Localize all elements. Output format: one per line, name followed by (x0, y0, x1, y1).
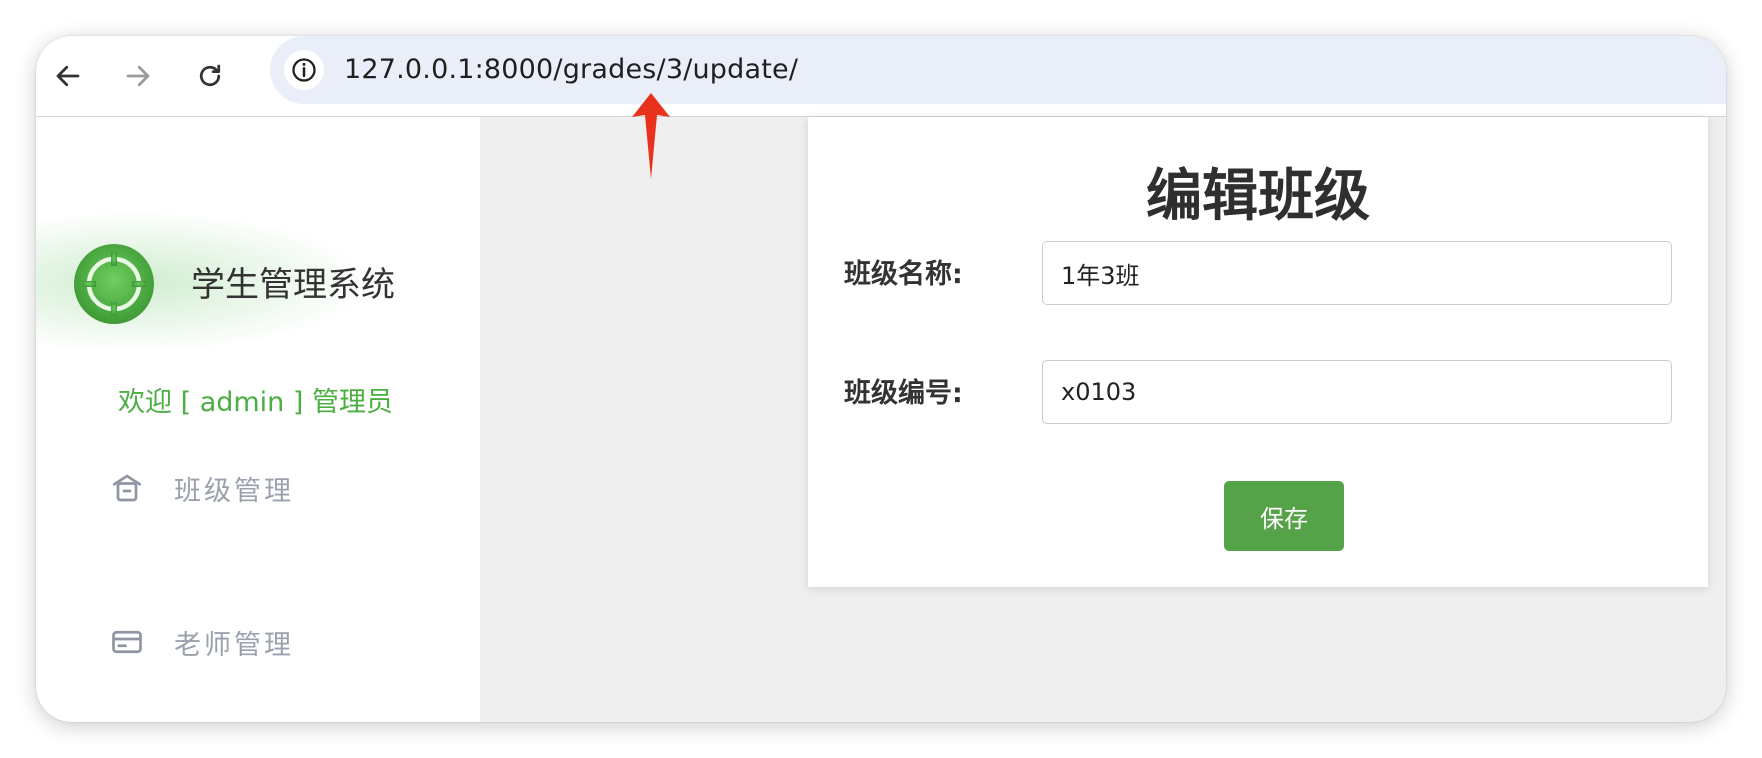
save-button[interactable]: 保存 (1224, 481, 1344, 551)
forward-button[interactable] (118, 56, 158, 96)
class-name-label: 班级名称: (844, 259, 963, 290)
card-icon (112, 630, 142, 654)
info-icon (292, 58, 316, 82)
class-code-input[interactable] (1042, 360, 1672, 424)
menu-item-label: 老师管理 (174, 629, 294, 661)
reload-button[interactable] (190, 56, 230, 96)
menu-item-teacher-management[interactable]: 老师管理 (108, 614, 428, 670)
class-name-input[interactable] (1042, 241, 1672, 305)
welcome-text: 欢迎 [ admin ] 管理员 (118, 387, 393, 418)
sidebar: 学生管理系统 欢迎 [ admin ] 管理员 班级管理 老师管理 (36, 117, 480, 722)
logo-icon (74, 244, 154, 324)
menu-item-class-management[interactable]: 班级管理 (108, 460, 428, 516)
address-bar[interactable]: 127.0.0.1:8000/grades/3/update/ (270, 36, 1726, 104)
brand-title: 学生管理系统 (191, 265, 395, 305)
arrow-right-icon (126, 65, 150, 87)
menu-item-label: 班级管理 (174, 475, 294, 507)
class-code-label: 班级编号: (844, 378, 963, 409)
annotation-arrow-icon (632, 93, 670, 179)
arrow-left-icon (56, 65, 80, 87)
reload-icon (199, 64, 221, 87)
form-title: 编辑班级 (1146, 164, 1370, 229)
edit-class-form: 编辑班级 班级名称: 班级编号: 保存 (808, 117, 1708, 587)
url-text[interactable]: 127.0.0.1:8000/grades/3/update/ (344, 52, 798, 88)
back-button[interactable] (48, 56, 88, 96)
browser-toolbar: 127.0.0.1:8000/grades/3/update/ (36, 36, 1726, 117)
site-info-button[interactable] (284, 50, 324, 90)
house-icon (112, 474, 142, 502)
browser-window: 127.0.0.1:8000/grades/3/update/ 学生管理系统 欢… (36, 36, 1726, 722)
